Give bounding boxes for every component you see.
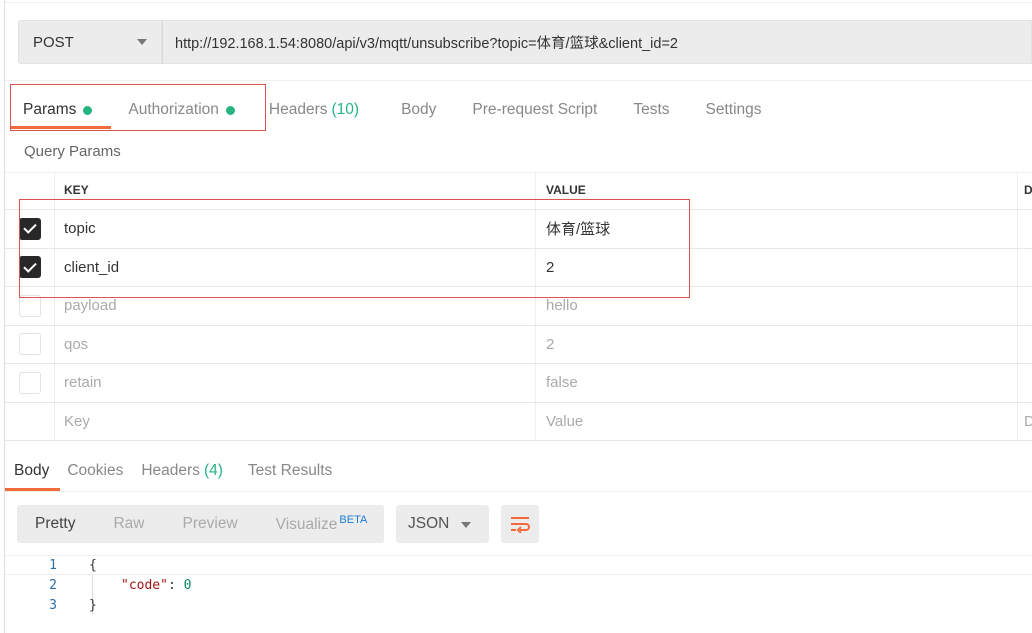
tab-tests[interactable]: Tests [615, 92, 687, 128]
checkbox[interactable] [18, 371, 41, 394]
checkbox[interactable] [18, 294, 41, 317]
tab-label: Settings [705, 101, 762, 118]
response-code[interactable]: 1{ 2 "code": 0 3} [5, 555, 1032, 615]
tab-settings[interactable]: Settings [688, 92, 780, 128]
url-text: http://192.168.1.54:8080/api/v3/mqtt/uns… [175, 35, 678, 52]
param-description[interactable] [1018, 364, 1032, 402]
param-key[interactable]: retain [55, 364, 536, 402]
format-label: JSON [408, 515, 450, 532]
tab-count: (10) [331, 101, 360, 118]
format-select[interactable]: JSON [396, 505, 489, 543]
table-row: retain false [5, 364, 1032, 403]
view-raw[interactable]: Raw [83, 515, 144, 533]
checkbox[interactable] [18, 333, 41, 356]
line-number: 2 [49, 577, 57, 593]
key-input[interactable]: Key [55, 402, 536, 440]
highlight-box [19, 199, 690, 298]
divider [5, 491, 1032, 492]
view-visualize[interactable]: Visualize BETA [246, 514, 368, 534]
divider [5, 80, 1032, 81]
code-text: } [89, 597, 97, 613]
view-preview[interactable]: Preview [153, 515, 238, 533]
tab-label: Cookies [67, 462, 124, 479]
param-value[interactable]: false [536, 364, 1018, 402]
json-value: 0 [183, 577, 192, 593]
tab-test-results[interactable]: Test Results [232, 454, 341, 488]
tab-pre-request-script[interactable]: Pre-request Script [454, 92, 615, 128]
wrap-lines-button[interactable] [501, 505, 539, 543]
value-input[interactable]: Value [536, 402, 1018, 440]
tab-label: Test Results [247, 462, 333, 479]
section-title: Query Params [24, 143, 121, 160]
beta-badge: BETA [339, 513, 368, 526]
tab-cookies[interactable]: Cookies [58, 454, 132, 488]
table-row-new: Key Value Description [5, 402, 1032, 441]
param-description[interactable] [1018, 326, 1032, 364]
method-label: POST [33, 33, 74, 51]
top-divider [5, 2, 1032, 3]
tab-count: (4) [203, 462, 223, 479]
param-key[interactable]: qos [55, 325, 536, 363]
chevron-down-icon [461, 522, 471, 528]
code-line: 2 "code": 0 [5, 575, 1032, 595]
tab-headers[interactable]: Headers (10) [253, 92, 377, 128]
code-line: 1{ [5, 555, 1032, 575]
tab-label: Tests [633, 101, 670, 118]
header-description: DESCRIPTION [1024, 183, 1032, 197]
chevron-down-icon [137, 39, 147, 45]
line-number: 1 [49, 557, 57, 573]
tab-response-body[interactable]: Body [5, 454, 58, 488]
method-select[interactable]: POST [18, 20, 162, 64]
highlight-box [10, 84, 266, 131]
url-input[interactable]: http://192.168.1.54:8080/api/v3/mqtt/uns… [162, 20, 1032, 64]
tab-label: Pre-request Script [472, 101, 598, 118]
json-colon: : [167, 577, 184, 593]
table-row: qos 2 [5, 325, 1032, 364]
code-text: { [89, 557, 97, 573]
param-description[interactable] [1018, 249, 1032, 287]
view-pretty[interactable]: Pretty [17, 515, 75, 533]
tab-label: Headers [268, 101, 328, 118]
param-description[interactable] [1018, 287, 1032, 325]
param-value[interactable]: 2 [536, 325, 1018, 363]
description-input[interactable]: Description [1018, 403, 1032, 441]
tab-label: Body [14, 462, 50, 479]
view-label: Visualize [275, 516, 338, 534]
response-tabs: Body Cookies Headers (4) Test Results [5, 454, 341, 488]
code-line: 3} [5, 595, 1032, 615]
tab-body[interactable]: Body [377, 92, 454, 128]
param-description[interactable] [1018, 210, 1032, 248]
wrap-lines-icon [511, 517, 530, 533]
tab-label: Headers [141, 462, 200, 479]
tab-label: Body [401, 101, 437, 118]
json-key: "code" [121, 577, 168, 593]
view-mode-group: Pretty Raw Preview Visualize BETA [17, 505, 384, 543]
tab-response-headers[interactable]: Headers (4) [132, 454, 232, 488]
line-number: 3 [49, 597, 57, 613]
